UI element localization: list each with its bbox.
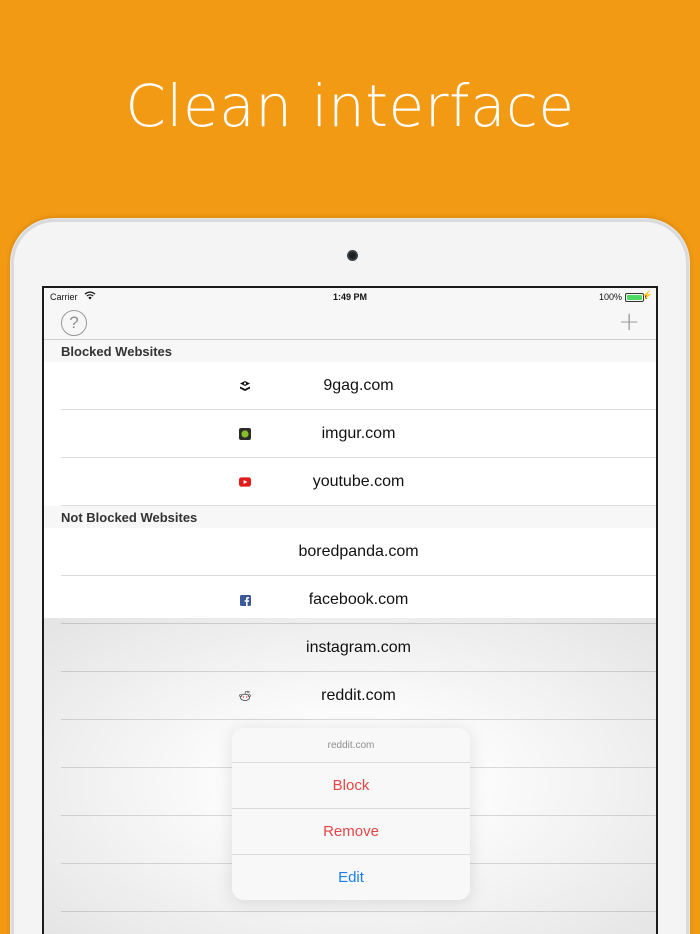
remove-button[interactable]: Remove — [232, 809, 470, 855]
website-row-reddit[interactable]: reddit.com — [61, 672, 656, 720]
edit-button[interactable]: Edit — [232, 855, 470, 900]
headline: Clean interface — [125, 72, 575, 140]
battery-percentage: 100% — [598, 292, 622, 302]
website-label: boredpanda.com — [298, 543, 419, 560]
add-website-button[interactable]: + — [618, 308, 640, 336]
action-sheet-title: reddit.com — [232, 728, 470, 763]
section-header-blocked: Blocked Websites — [44, 340, 656, 362]
website-row-boredpanda[interactable]: boredpanda.com — [61, 528, 656, 576]
website-row-youtube[interactable]: youtube.com — [61, 458, 656, 506]
block-button[interactable]: Block — [232, 763, 470, 809]
status-bar: Carrier 1:49 PM 100% ⚡ — [44, 288, 656, 306]
website-label: reddit.com — [321, 687, 396, 704]
website-row-9gag[interactable]: 9gag.com — [61, 362, 656, 410]
camera-icon — [347, 250, 358, 261]
status-time: 1:49 PM — [332, 292, 367, 302]
navigation-bar: ? + — [44, 306, 656, 340]
website-label: facebook.com — [308, 591, 409, 608]
action-sheet: reddit.com Block Remove Edit — [232, 728, 470, 900]
app-screen: Carrier 1:49 PM 100% ⚡ ? + Blocked Websi… — [42, 286, 658, 934]
website-label: 9gag.com — [323, 377, 394, 394]
help-button[interactable]: ? — [61, 310, 87, 336]
website-row-instagram[interactable]: instagram.com — [61, 624, 656, 672]
empty-row — [61, 912, 656, 934]
website-row-facebook[interactable]: facebook.com — [61, 576, 656, 624]
website-label: imgur.com — [321, 425, 396, 442]
website-row-imgur[interactable]: imgur.com — [61, 410, 656, 458]
website-label: youtube.com — [312, 473, 405, 490]
section-header-not-blocked: Not Blocked Websites — [44, 506, 656, 528]
charging-icon: ⚡ — [641, 290, 653, 300]
website-label: instagram.com — [306, 639, 411, 656]
